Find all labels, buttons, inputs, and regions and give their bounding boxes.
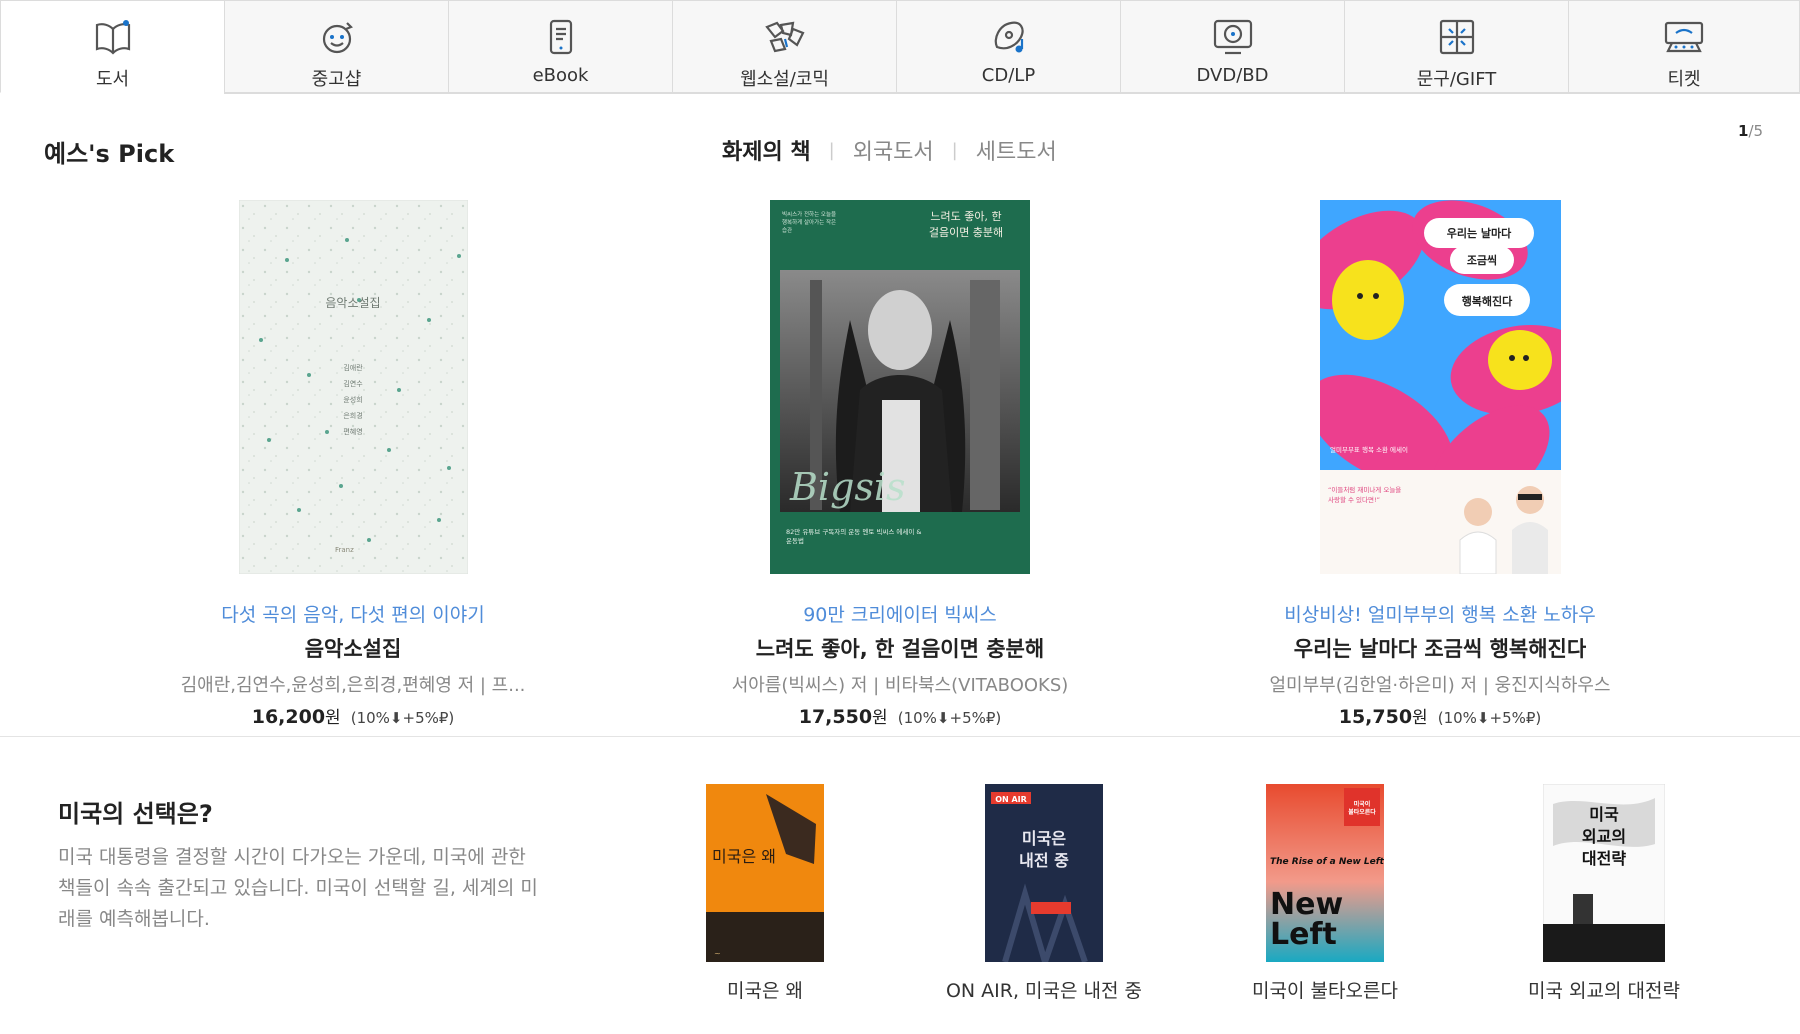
nav-item-stationery-gift[interactable]: 문구/GIFT [1344, 0, 1568, 93]
book-label[interactable]: 미국은 왜 [635, 976, 895, 1003]
pager-current: 1 [1738, 122, 1749, 140]
cover-title: 음악소설집 [325, 296, 380, 310]
cover-line: 우리는 날마다 [1446, 226, 1511, 240]
discount-info: (10%⬇+5%₽) [1437, 709, 1542, 727]
featured-book: 미국 외교의 대전략 미국 외교의 대전략 [1474, 784, 1734, 1003]
tab-foreign-books[interactable]: 외국도서 [853, 134, 934, 166]
cover-series: 얼미부부표 행복 소환 에세이 [1330, 445, 1408, 454]
cover-badge: ON AIR [995, 795, 1027, 804]
book-cover[interactable]: 미국 외교의 대전략 [1543, 784, 1665, 962]
cover-author: 편혜영 [343, 427, 362, 436]
book-subtitle: 다섯 곡의 음악, 다섯 편의 이야기 [221, 604, 485, 626]
music-icon [987, 15, 1031, 59]
section-title: 미국의 선택은? [58, 800, 213, 828]
book-label[interactable]: ON AIR, 미국은 내전 중 [914, 976, 1174, 1003]
book-icon [91, 15, 135, 59]
svg-text:~: ~ [714, 949, 721, 958]
price-value: 15,750 [1338, 706, 1413, 728]
pick-book: 우리는 날마다 조금씩 행복해진다 얼미부부표 행복 소환 에세이 “이들처럼 … [1170, 200, 1710, 728]
tab-hot-books[interactable]: 화제의 책 [722, 134, 811, 166]
nav-item-label: 중고샵 [311, 69, 362, 90]
comic-icon [763, 15, 807, 59]
ticket-icon [1662, 15, 1706, 59]
price-unit: 원 [1412, 708, 1428, 728]
nav-item-label: 문구/GIFT [1416, 69, 1497, 90]
book-cover[interactable]: 미국이 불타오른다 The Rise of a New Left New Left [1266, 784, 1384, 962]
nav-item-label: eBook [532, 65, 589, 86]
book-title[interactable]: 우리는 날마다 조금씩 행복해진다 [1170, 633, 1710, 663]
book-title[interactable]: 느려도 좋아, 한 걸음이면 충분해 [630, 633, 1170, 663]
nav-item-label: DVD/BD [1196, 65, 1269, 86]
cover-line: 조금씩 [1466, 253, 1496, 267]
cover-author: 김연수 [343, 380, 363, 388]
cover-title: 미국은 왜 [712, 847, 776, 866]
book-title[interactable]: 음악소설집 [83, 633, 623, 663]
book-author: 얼미부부(김한얼·하은미) 저 | 웅진지식하우스 [1269, 675, 1611, 696]
nav-item-label: 웹소설/코믹 [740, 69, 829, 90]
book-author: 김애란,김연수,윤성희,은희경,편혜영 저 | 프... [180, 675, 526, 696]
section-title: 예스's Pick [44, 140, 175, 168]
nav-item-ticket[interactable]: 티켓 [1568, 0, 1800, 93]
dvd-icon [1211, 15, 1255, 59]
pager: 1/5 [1738, 122, 1763, 140]
book-author: 서아름(빅씨스) 저 | 비타북스(VITABOOKS) [731, 675, 1069, 696]
cover-line: 행복해진다 [1461, 294, 1512, 308]
nav-item-label: 티켓 [1667, 69, 1701, 90]
nav-item-books[interactable]: 도서 [0, 0, 224, 93]
pick-book: 빅씨스가 전하는 오늘을 행복하게 살아가는 작은 습관 느려도 좋아, 한 걸음이면… [630, 200, 1170, 728]
tab-separator: | [828, 139, 835, 161]
cover-author: 윤성희 [343, 395, 362, 404]
book-price: 15,750원 (10%⬇+5%₽) [1170, 703, 1710, 728]
ebook-icon [539, 15, 583, 59]
price-unit: 원 [872, 708, 888, 728]
book-label[interactable]: 미국이 불타오른다 [1195, 976, 1455, 1003]
tab-separator: | [951, 139, 958, 161]
price-unit: 원 [325, 708, 341, 728]
section-divider [0, 736, 1800, 737]
nav-divider [224, 93, 1800, 94]
category-nav: 도서 중고샵 eBook 웹소설/코믹 CD/LP DVD/BD 문구/GIFT… [0, 0, 1800, 94]
book-cover[interactable]: 미국은 왜 ~ [706, 784, 824, 962]
svg-text:Left: Left [1270, 917, 1337, 952]
featured-book: 미국은 왜 ~ 미국은 왜 [635, 784, 895, 1003]
book-cover[interactable]: 빅씨스가 전하는 오늘을 행복하게 살아가는 작은 습관 느려도 좋아, 한 걸음이면… [770, 200, 1030, 574]
discount-info: (10%⬇+5%₽) [897, 709, 1002, 727]
cover-script: Bigsis [789, 465, 906, 509]
nav-item-webnovel-comic[interactable]: 웹소설/코믹 [672, 0, 896, 93]
nav-item-dvd-bd[interactable]: DVD/BD [1120, 0, 1344, 93]
pager-total: /5 [1748, 122, 1764, 140]
book-price: 16,200원 (10%⬇+5%₽) [83, 703, 623, 728]
tab-set-books[interactable]: 세트도서 [976, 134, 1057, 166]
pick-book: 음악소설집 김애란 김연수 윤성희 은희경 편혜영 Franz 다섯 곡의 음악… [83, 199, 623, 728]
nav-item-used-shop[interactable]: 중고샵 [224, 0, 448, 93]
featured-book: 미국이 불타오른다 The Rise of a New Left New Left… [1195, 784, 1455, 1003]
used-shop-icon [315, 15, 359, 59]
discount-info: (10%⬇+5%₽) [350, 709, 455, 727]
pick-tabs: 화제의 책 | 외국도서 | 세트도서 [722, 134, 1057, 166]
book-price: 17,550원 (10%⬇+5%₽) [630, 703, 1170, 728]
book-subtitle: 90만 크리에이터 빅씨스 [803, 604, 997, 626]
book-cover[interactable]: 우리는 날마다 조금씩 행복해진다 얼미부부표 행복 소환 에세이 “이들처럼 … [1295, 200, 1589, 575]
book-cover[interactable]: 음악소설집 김애란 김연수 윤성희 은희경 편혜영 Franz [238, 199, 468, 575]
nav-item-ebook[interactable]: eBook [448, 0, 672, 93]
book-cover[interactable]: ON AIR 미국은 내전 중 [985, 784, 1103, 962]
nav-item-cd-lp[interactable]: CD/LP [896, 0, 1120, 93]
price-value: 16,200 [251, 706, 326, 728]
cover-title: The Rise of a New Left [1270, 857, 1384, 867]
gift-icon [1435, 15, 1479, 59]
featured-book: ON AIR 미국은 내전 중 ON AIR, 미국은 내전 중 [914, 784, 1174, 1003]
nav-item-label: 도서 [95, 69, 130, 90]
cover-author: 김애란 [343, 363, 363, 372]
cover-publisher: Franz [335, 546, 354, 554]
nav-item-label: CD/LP [981, 65, 1036, 86]
book-label[interactable]: 미국 외교의 대전략 [1474, 976, 1734, 1003]
book-subtitle: 비상비상! 얼미부부의 행복 소환 노하우 [1284, 604, 1596, 626]
section-description: 미국 대통령을 결정할 시간이 다가오는 가운데, 미국에 관한 책들이 속속 … [58, 846, 538, 930]
cover-author: 은희경 [343, 411, 362, 420]
price-value: 17,550 [798, 706, 873, 728]
